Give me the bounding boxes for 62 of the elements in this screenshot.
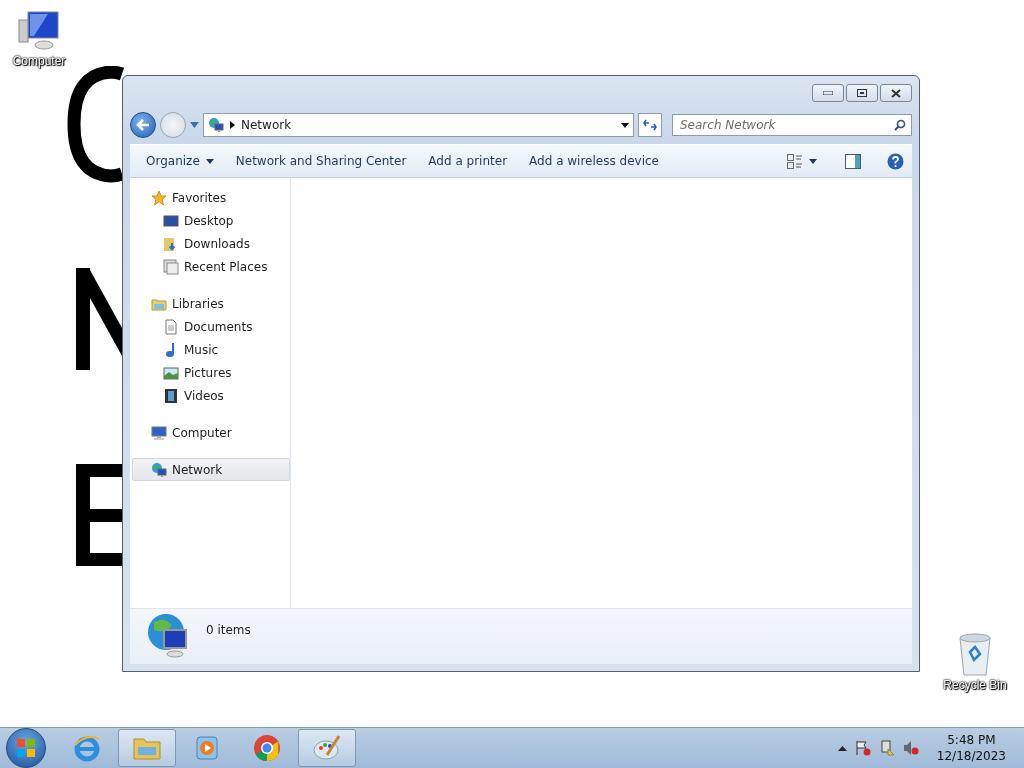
minimize-icon [823, 91, 833, 95]
navigation-item[interactable]: Videos [132, 384, 290, 407]
navigation-item[interactable]: Favorites [132, 186, 290, 209]
speaker-muted-icon[interactable] [902, 740, 919, 756]
chrome-icon [252, 733, 282, 763]
network-status-icon[interactable] [878, 740, 895, 756]
film-icon [163, 387, 179, 404]
navigation-item[interactable]: Network [132, 458, 290, 481]
navigation-item[interactable]: Libraries [132, 292, 290, 315]
toolbar-button[interactable]: Network and Sharing Center [227, 150, 415, 172]
maximize-icon [857, 89, 867, 97]
breadcrumb-arrow-icon[interactable] [230, 121, 235, 129]
computer-icon[interactable] [18, 10, 60, 52]
show-hidden-icons-icon[interactable] [837, 745, 847, 751]
toolbar-button[interactable]: Add a printer [420, 150, 516, 172]
search-icon [894, 119, 906, 131]
navigation-item[interactable]: Music [132, 338, 290, 361]
document-icon [163, 318, 179, 335]
navigation-item[interactable]: Pictures [132, 361, 290, 384]
start-button[interactable] [6, 728, 46, 768]
network-globe-icon [146, 612, 190, 658]
monitor-icon [163, 212, 179, 229]
back-arrow-icon [136, 119, 150, 131]
flag-icon[interactable] [854, 740, 871, 756]
recycle-bin-icon[interactable] [957, 632, 993, 676]
address-bar[interactable]: Network [203, 113, 634, 137]
maximize-button[interactable] [846, 84, 878, 102]
close-icon [891, 88, 901, 98]
refresh-button[interactable] [638, 113, 662, 137]
recent-places-icon [163, 258, 179, 275]
navigation-item[interactable]: Desktop [132, 209, 290, 232]
desktop-icon-label[interactable]: Recycle Bin [943, 678, 1007, 692]
toolbar-button[interactable]: Add a wireless device [521, 150, 667, 172]
picture-icon [163, 364, 179, 381]
computer-icon [151, 424, 167, 441]
navigation-item[interactable]: Downloads [132, 232, 290, 255]
view-options-icon[interactable] [787, 153, 803, 169]
dropdown-caret-icon[interactable] [809, 158, 817, 164]
preview-pane-icon[interactable] [845, 153, 861, 169]
navigation-item[interactable]: Computer [132, 421, 290, 444]
status-text: 0 items [206, 623, 251, 637]
network-icon [208, 117, 224, 133]
dropdown-caret-icon[interactable] [621, 122, 629, 128]
clock-time: 5:48 PM [947, 732, 996, 748]
toolbar-button[interactable]: Organize [138, 150, 222, 172]
breadcrumb[interactable]: Network [241, 118, 292, 132]
search-field[interactable]: Search Network [672, 114, 912, 136]
windows-logo-icon [16, 738, 36, 758]
desktop-icon-label[interactable]: Computer [12, 54, 66, 68]
network-icon [151, 461, 167, 478]
star-icon [151, 189, 167, 206]
dropdown-caret-icon [205, 158, 214, 164]
navigation-item[interactable]: Recent Places [132, 255, 290, 278]
refresh-icon [643, 119, 657, 131]
clock-date: 12/18/2023 [936, 748, 1006, 764]
back-button[interactable] [130, 112, 156, 138]
close-button[interactable] [880, 84, 912, 102]
help-icon[interactable] [887, 152, 904, 170]
browser-e-icon [72, 733, 102, 763]
navigation-item[interactable]: Documents [132, 315, 290, 338]
paint-palette-icon [312, 733, 342, 763]
clock[interactable]: 5:48 PM 12/18/2023 [936, 732, 1006, 764]
